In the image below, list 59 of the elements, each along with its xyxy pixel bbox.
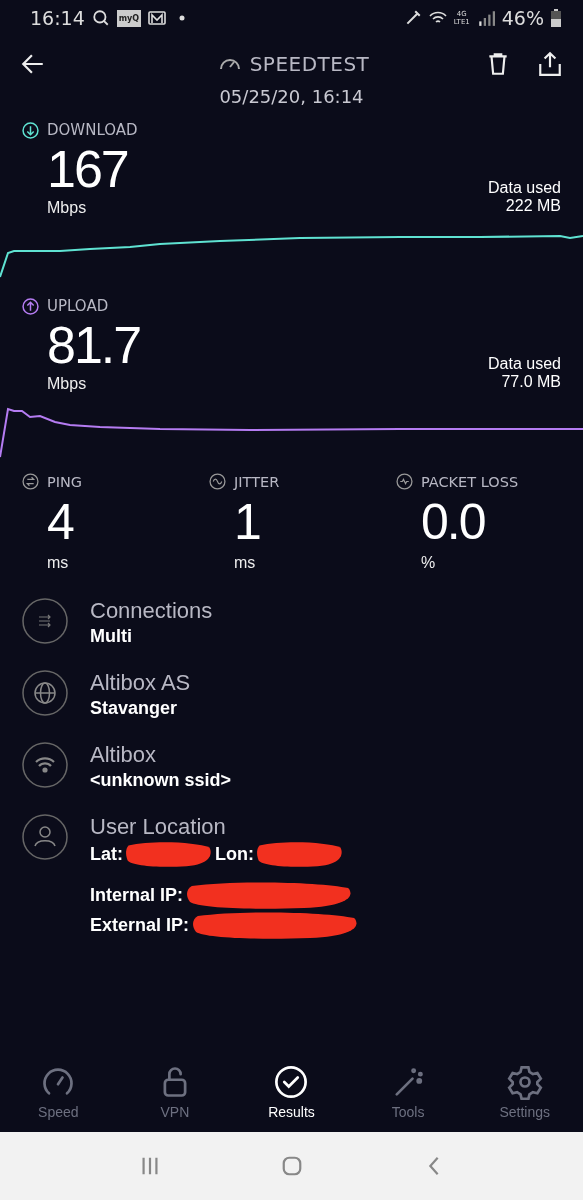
- metric-value: 0.0: [421, 493, 485, 552]
- data-used-value: 77.0 MB: [501, 373, 561, 391]
- test-label: UPLOAD: [47, 297, 109, 315]
- metric-unit: ms: [234, 554, 256, 572]
- speed-value: 167: [47, 139, 128, 199]
- detail-title: Connections: [90, 598, 213, 624]
- battery-icon: [551, 9, 561, 27]
- detail-title: User Location: [90, 814, 227, 840]
- nav-tab[interactable]: Speed: [0, 1060, 117, 1124]
- field-label: External IP:: [90, 914, 190, 937]
- detail-title: Altibox: [90, 742, 158, 768]
- metric-label: PING: [47, 473, 83, 490]
- settings-icon: [507, 1066, 543, 1100]
- test-label: DOWNLOAD: [47, 121, 138, 139]
- metric-unit: ms: [47, 554, 69, 572]
- detail-icon: [22, 670, 68, 716]
- nav-tab[interactable]: Tools: [349, 1060, 467, 1124]
- metric-icon: [209, 473, 226, 490]
- metric-unit: %: [421, 554, 436, 572]
- nav-tab[interactable]: Settings: [466, 1060, 583, 1124]
- metric-icon: [396, 473, 413, 490]
- detail-value: Multi: [90, 625, 133, 648]
- field-label: Lat:: [90, 843, 123, 866]
- signal-icon: [476, 9, 495, 27]
- detail-icon: [22, 814, 68, 860]
- field-label: Internal IP:: [90, 884, 183, 907]
- padlock-icon: [163, 1067, 187, 1097]
- data-used-label: Data used: [488, 179, 561, 197]
- detail-icon: [22, 742, 68, 788]
- data-used-value: 222 MB: [505, 197, 561, 215]
- detail-value: <unknown ssid>: [90, 769, 232, 792]
- metric-value: 4: [47, 493, 73, 552]
- metric-icon: [22, 473, 39, 490]
- search-icon: [91, 9, 110, 27]
- test-date: 05/25/20, 16:14: [218, 86, 365, 107]
- detail-icon: [22, 598, 68, 644]
- data-used-label: Data used: [488, 355, 561, 373]
- app-title: SPEEDTEST: [249, 52, 370, 76]
- clock: 16:14: [30, 7, 85, 29]
- gauge-icon: [43, 1068, 74, 1095]
- magic-wand-icon: [395, 1068, 423, 1096]
- battery-level: 46%: [501, 7, 544, 29]
- home-icon[interactable]: [280, 1155, 303, 1177]
- app-badge: myQ: [116, 9, 142, 27]
- detail-value: Stavanger: [90, 697, 179, 720]
- speed-value: 81.7: [47, 315, 141, 375]
- metric-value: 1: [234, 493, 260, 552]
- dot-icon: [179, 15, 186, 21]
- checkmark-icon: [275, 1066, 308, 1098]
- nav-tab[interactable]: Results: [233, 1060, 350, 1124]
- speed-unit: Mbps: [47, 199, 88, 217]
- share-icon[interactable]: [537, 51, 563, 77]
- mail-icon: [148, 9, 167, 27]
- speed-unit: Mbps: [47, 375, 88, 393]
- metric-label: JITTER: [234, 473, 280, 490]
- field-label: Lon:: [215, 843, 254, 866]
- detail-title: Altibox AS: [90, 670, 191, 696]
- metric-label: PACKET LOSS: [421, 473, 519, 490]
- nav-tab[interactable]: VPN: [116, 1060, 234, 1124]
